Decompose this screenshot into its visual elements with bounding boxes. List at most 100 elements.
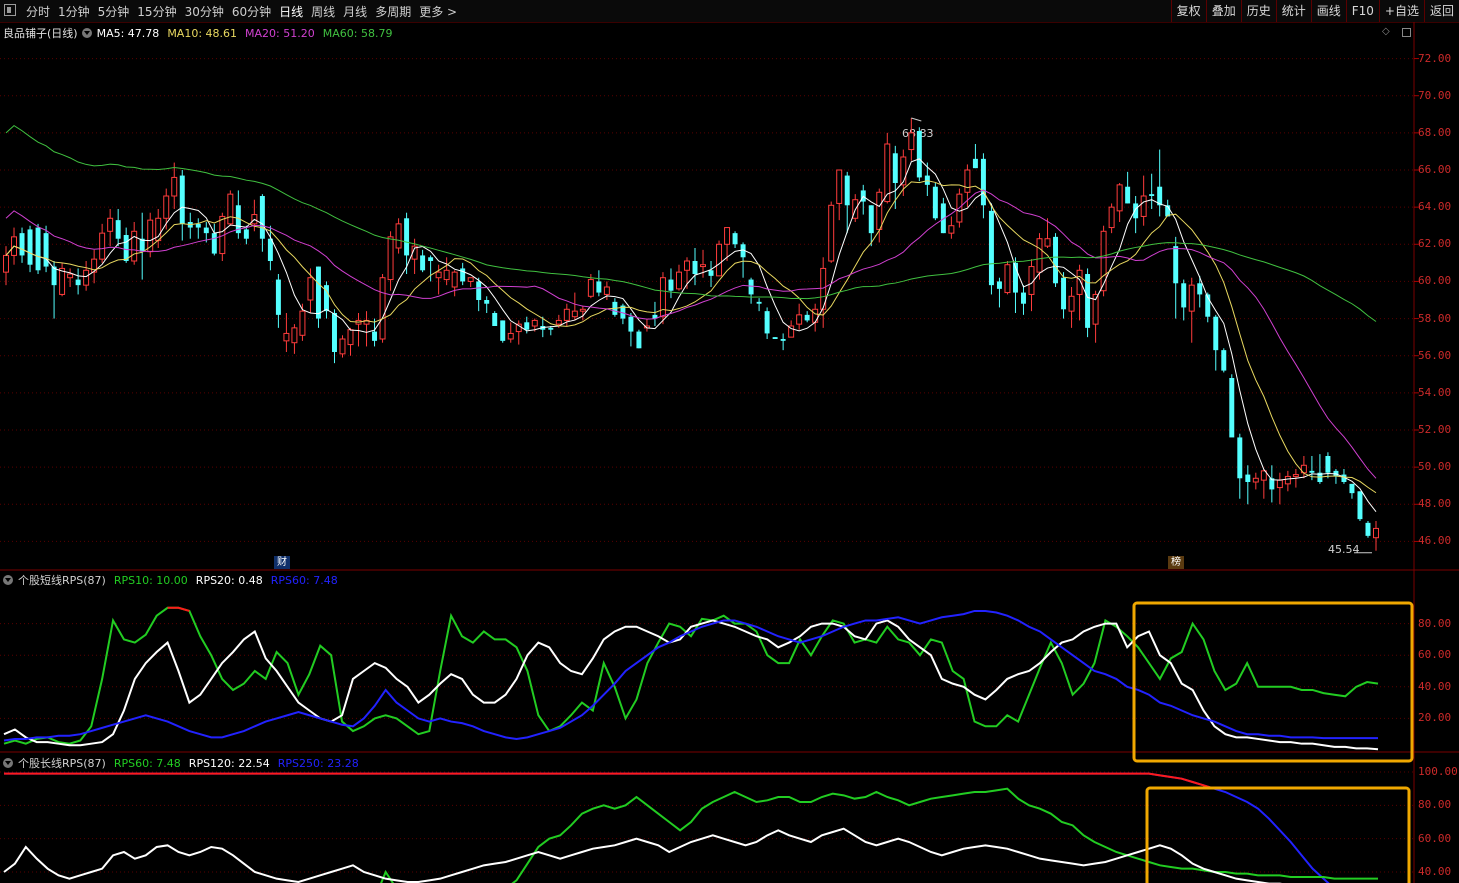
candle-down (179, 175, 185, 224)
candle-down (756, 301, 762, 304)
candle-up (603, 286, 610, 295)
candle-up (1044, 238, 1051, 247)
candle-down (748, 279, 754, 295)
candle-down (548, 327, 554, 330)
candle-up (387, 236, 394, 281)
candle-up (1004, 264, 1011, 294)
candle-down (764, 311, 770, 334)
candle-up (171, 176, 178, 197)
candle-up (948, 225, 955, 234)
kline-chart[interactable] (0, 0, 1459, 883)
candle-down (732, 233, 738, 245)
candle-up (563, 308, 570, 321)
candle-up (659, 277, 666, 318)
candle-down (1309, 470, 1315, 473)
candle-down (1221, 350, 1227, 371)
candle-up (227, 193, 234, 225)
candle-down (275, 279, 281, 315)
candle-up (1373, 527, 1379, 539)
candle-down (195, 223, 201, 228)
candle-down (972, 158, 978, 169)
candle-up (579, 308, 586, 312)
candle-down (1365, 522, 1371, 536)
candle-up (876, 191, 883, 230)
candle-up (1068, 295, 1075, 312)
candle-up (307, 277, 314, 301)
candle-down (916, 131, 922, 178)
ma-line-MA20 (5, 189, 1377, 479)
candle-up (724, 227, 731, 245)
candle-down (708, 270, 714, 276)
candle-up (1140, 195, 1147, 217)
candle-up (1276, 479, 1283, 489)
candle-down (476, 281, 482, 300)
candle-down (27, 229, 33, 265)
candle-down (1020, 292, 1026, 304)
candle-up (1188, 284, 1195, 312)
candle-up (379, 277, 386, 340)
candle-up (99, 232, 106, 260)
candle-up (684, 260, 690, 271)
candle-up (1036, 238, 1043, 273)
candle-down (1213, 316, 1219, 351)
candle-down (1053, 236, 1059, 284)
candle-up (467, 277, 474, 282)
candle-down (1085, 274, 1091, 328)
candle-up (1284, 475, 1291, 485)
candle-down (1125, 186, 1131, 204)
rps-strong-segment (167, 606, 190, 612)
candle-down (1149, 194, 1155, 196)
candle-down (932, 186, 938, 219)
candle-down (404, 218, 410, 256)
candle-up (812, 308, 819, 323)
candle-up (1100, 230, 1107, 292)
candle-down (980, 158, 986, 206)
candle-up (347, 329, 354, 346)
candle-up (507, 332, 514, 340)
candle-down (692, 261, 698, 274)
candle-up (716, 243, 723, 277)
candle-down (1181, 283, 1187, 308)
candle-down (636, 331, 642, 349)
ma-line-MA5 (5, 158, 1377, 513)
candle-up (163, 195, 170, 219)
candle-down (203, 227, 209, 234)
candle-down (780, 339, 786, 341)
candle-down (428, 257, 434, 261)
candle-up (908, 132, 915, 151)
candle-down (1325, 456, 1331, 473)
candle-down (1133, 203, 1139, 219)
high-arrow (911, 117, 922, 122)
rps-long-line-RPS60 (380, 787, 1378, 883)
candle-down (460, 268, 466, 282)
candle-down (988, 210, 994, 286)
candle-down (772, 337, 778, 339)
candle-up (1292, 474, 1299, 477)
rps-short-line-RPS60 (3, 609, 1379, 742)
candle-down (892, 153, 898, 183)
candle-down (1061, 277, 1067, 310)
candle-down (524, 322, 530, 330)
candle-up (451, 271, 458, 288)
candle-up (67, 273, 74, 279)
candle-up (107, 217, 114, 232)
candle-up (3, 254, 9, 273)
candle-up (675, 271, 682, 290)
candle-up (836, 169, 843, 204)
candle-up (700, 264, 707, 268)
candle-up (796, 314, 803, 325)
candle-up (59, 267, 66, 295)
candle-down (243, 229, 249, 239)
candle-down (35, 227, 41, 271)
candle-down (484, 300, 490, 304)
candle-down (267, 238, 273, 261)
candle-down (668, 279, 674, 291)
candle-down (1229, 378, 1235, 438)
candle-up (443, 269, 450, 281)
rps-short-line-RPS20 (3, 619, 1379, 751)
candle-down (315, 266, 321, 319)
candle-down (19, 233, 25, 256)
candle-down (331, 313, 337, 352)
candle-up (587, 279, 594, 297)
candle-down (844, 175, 850, 206)
